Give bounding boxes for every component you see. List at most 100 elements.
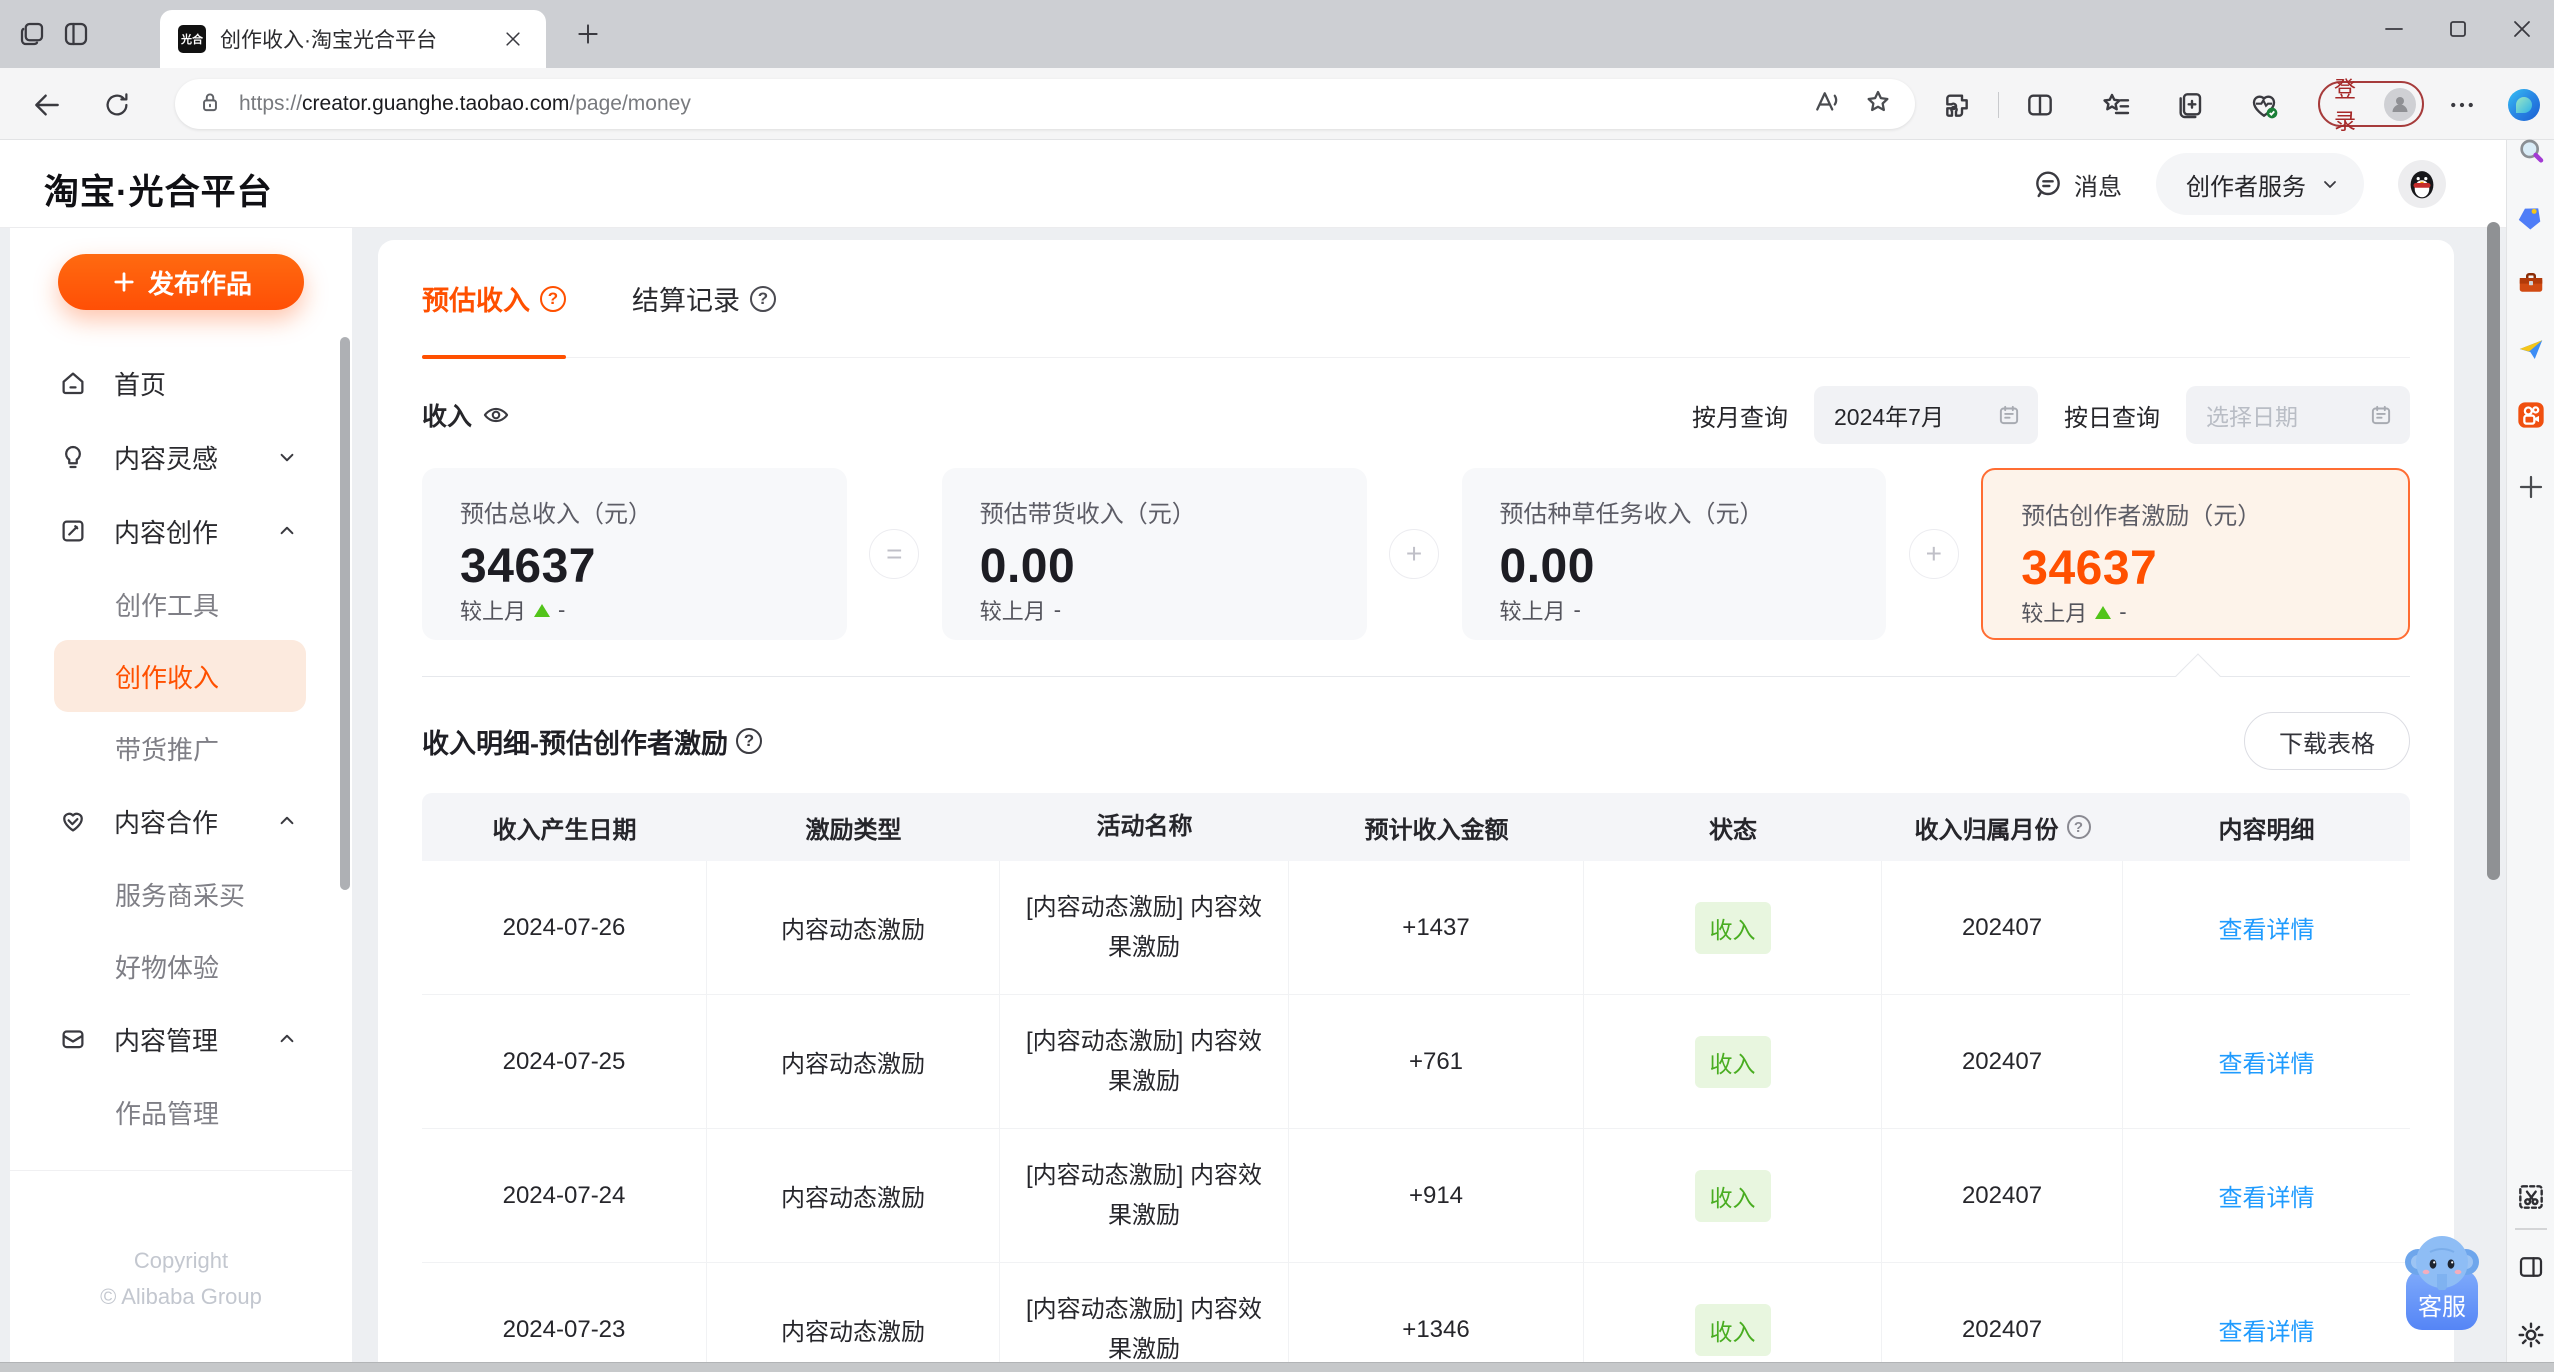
- creator-service-label: 创作者服务: [2186, 173, 2306, 201]
- browser-tab-bar: 光合 创作收入·淘宝光合平台: [0, 0, 2554, 68]
- status-badge: 收入: [1694, 1035, 1771, 1088]
- rail-toolbox-icon[interactable]: [2514, 266, 2548, 300]
- refresh-button[interactable]: [98, 86, 136, 124]
- sidebar-item-home[interactable]: 首页: [10, 346, 352, 420]
- income-detail-table: 收入产生日期 激励类型 活动名称 预计收入金额 状态 收入归属月份? 内容明细 …: [422, 793, 2410, 1362]
- view-details-link[interactable]: 查看详情: [2219, 1178, 2315, 1213]
- chevron-up-icon: [280, 816, 294, 825]
- view-details-link[interactable]: 查看详情: [2219, 1044, 2315, 1079]
- toolbar-separator: [1998, 92, 1999, 118]
- view-details-link[interactable]: 查看详情: [2219, 1312, 2315, 1347]
- read-aloud-icon[interactable]: [1811, 87, 1841, 122]
- close-button[interactable]: [2490, 0, 2554, 58]
- month-query-label: 按月查询: [1692, 404, 1788, 432]
- address-bar[interactable]: https://creator.guanghe.taobao.com/page/…: [175, 79, 1915, 129]
- extensions-icon[interactable]: [1940, 87, 1976, 123]
- day-picker[interactable]: 选择日期: [2186, 386, 2410, 444]
- new-tab-button[interactable]: [572, 18, 604, 50]
- tab-title: 创作收入·淘宝光合平台: [220, 29, 437, 52]
- sidebar-group-creation[interactable]: 内容创作: [10, 494, 352, 568]
- income-section-title: 收入: [422, 397, 510, 433]
- stat-card-creator-incentive[interactable]: 预估创作者激励（元） 34637 较上月 -: [1981, 468, 2410, 640]
- table-header: 收入产生日期 激励类型 活动名称 预计收入金额 状态 收入归属月份? 内容明细: [422, 793, 2410, 861]
- tab-actions-icon[interactable]: [58, 16, 94, 52]
- trend-up-icon: [534, 603, 551, 617]
- page-scrollbar[interactable]: [2487, 222, 2500, 880]
- status-badge: 收入: [1694, 1303, 1771, 1356]
- edit-square-icon: [62, 520, 84, 542]
- sidebar-item-works-management[interactable]: 作品管理: [10, 1076, 352, 1148]
- download-table-button[interactable]: 下载表格: [2244, 712, 2410, 770]
- equals-separator: =: [847, 468, 942, 640]
- browser-essentials-icon[interactable]: [2246, 87, 2282, 123]
- tab-close-icon[interactable]: [498, 24, 528, 54]
- rail-screenshot-icon[interactable]: [2514, 1180, 2548, 1214]
- rail-shopping-icon[interactable]: [2514, 200, 2548, 234]
- creator-service-menu[interactable]: 创作者服务: [2156, 153, 2364, 215]
- login-button[interactable]: 登录: [2318, 77, 2424, 134]
- eye-icon[interactable]: [482, 401, 510, 429]
- help-icon[interactable]: ?: [2066, 815, 2091, 839]
- minimize-button[interactable]: [2362, 0, 2426, 58]
- plus-icon: [114, 272, 134, 292]
- calendar-icon: [2371, 405, 2391, 425]
- window-bottom-edge: [0, 1362, 2554, 1372]
- stat-card-total-income: 预估总收入（元） 34637 较上月 -: [422, 468, 847, 640]
- workspaces-icon[interactable]: [14, 16, 50, 52]
- collections-icon[interactable]: [2172, 87, 2208, 123]
- favorites-icon[interactable]: [2098, 87, 2134, 123]
- more-menu-icon[interactable]: [2444, 87, 2480, 123]
- rail-divider: [2515, 1228, 2547, 1230]
- site-favicon: 光合: [178, 25, 206, 53]
- split-screen-icon[interactable]: [2022, 87, 2058, 123]
- chevron-up-icon: [280, 526, 294, 535]
- lightbulb-icon: [65, 445, 81, 469]
- sidebar-scrollbar[interactable]: [340, 337, 350, 890]
- sidebar-item-sales-promotion[interactable]: 带货推广: [10, 712, 352, 784]
- section-divider: [422, 653, 2410, 699]
- user-avatar[interactable]: [2398, 160, 2446, 208]
- month-picker[interactable]: 2024年7月: [1814, 386, 2038, 444]
- browser-window: 光合 创作收入·淘宝光合平台 https://creator.guanghe.t: [0, 0, 2554, 1372]
- browser-tab[interactable]: 光合 创作收入·淘宝光合平台: [160, 10, 546, 68]
- sidebar-group-content-management[interactable]: 内容管理: [10, 1002, 352, 1076]
- table-row: 2024-07-26 内容动态激励 [内容动态激励] 内容效果激励 +1437 …: [422, 861, 2410, 995]
- messages-entry[interactable]: 消息: [2032, 167, 2122, 202]
- rail-kuaishou-icon[interactable]: [2514, 398, 2548, 432]
- rail-paper-plane-icon[interactable]: [2514, 332, 2548, 366]
- help-icon[interactable]: ?: [540, 285, 566, 312]
- rail-add-icon[interactable]: [2514, 470, 2548, 504]
- stat-card-sales-income: 预估带货收入（元） 0.00 较上月 -: [941, 468, 1367, 640]
- chevron-up-icon: [280, 1034, 294, 1043]
- copilot-icon[interactable]: [2506, 87, 2542, 123]
- customer-service-widget[interactable]: 客服: [2404, 1228, 2480, 1330]
- table-row: 2024-07-25 内容动态激励 [内容动态激励] 内容效果激励 +761 收…: [422, 995, 2410, 1129]
- publish-work-button[interactable]: 发布作品: [58, 254, 304, 310]
- rail-settings-icon[interactable]: [2514, 1318, 2548, 1352]
- detail-section-title: 收入明细-预估创作者激励 ?: [422, 722, 762, 761]
- maximize-button[interactable]: [2426, 0, 2490, 58]
- sidebar-group-inspiration[interactable]: 内容灵感: [10, 420, 352, 494]
- sidebar-item-creation-income[interactable]: 创作收入: [54, 640, 306, 712]
- rail-sidebar-toggle-icon[interactable]: [2514, 1250, 2548, 1284]
- site-logo[interactable]: 淘宝·光合平台: [44, 164, 273, 215]
- chevron-down-icon: [280, 453, 294, 462]
- calendar-icon: [1999, 405, 2019, 425]
- sidebar-group-cooperation[interactable]: 内容合作: [10, 784, 352, 858]
- favorite-star-icon[interactable]: [1863, 87, 1893, 122]
- income-tabs: 预估收入 ? 结算记录 ?: [422, 240, 2410, 359]
- rail-search-icon[interactable]: [2514, 134, 2548, 168]
- sidebar-item-creation-tools[interactable]: 创作工具: [10, 568, 352, 640]
- help-icon[interactable]: ?: [750, 285, 776, 312]
- back-button[interactable]: [28, 86, 66, 124]
- home-icon: [62, 372, 84, 395]
- profile-avatar-icon: [2384, 87, 2416, 121]
- tab-settlement-records[interactable]: 结算记录 ?: [632, 240, 776, 357]
- tab-estimated-income[interactable]: 预估收入 ?: [422, 240, 566, 359]
- status-badge: 收入: [1694, 901, 1771, 954]
- sidebar-item-product-trial[interactable]: 好物体验: [10, 930, 352, 1002]
- view-details-link[interactable]: 查看详情: [2219, 910, 2315, 945]
- help-icon[interactable]: ?: [736, 728, 762, 754]
- sidebar-item-service-purchase[interactable]: 服务商采买: [10, 858, 352, 930]
- elephant-mascot-icon: [2404, 1228, 2480, 1291]
